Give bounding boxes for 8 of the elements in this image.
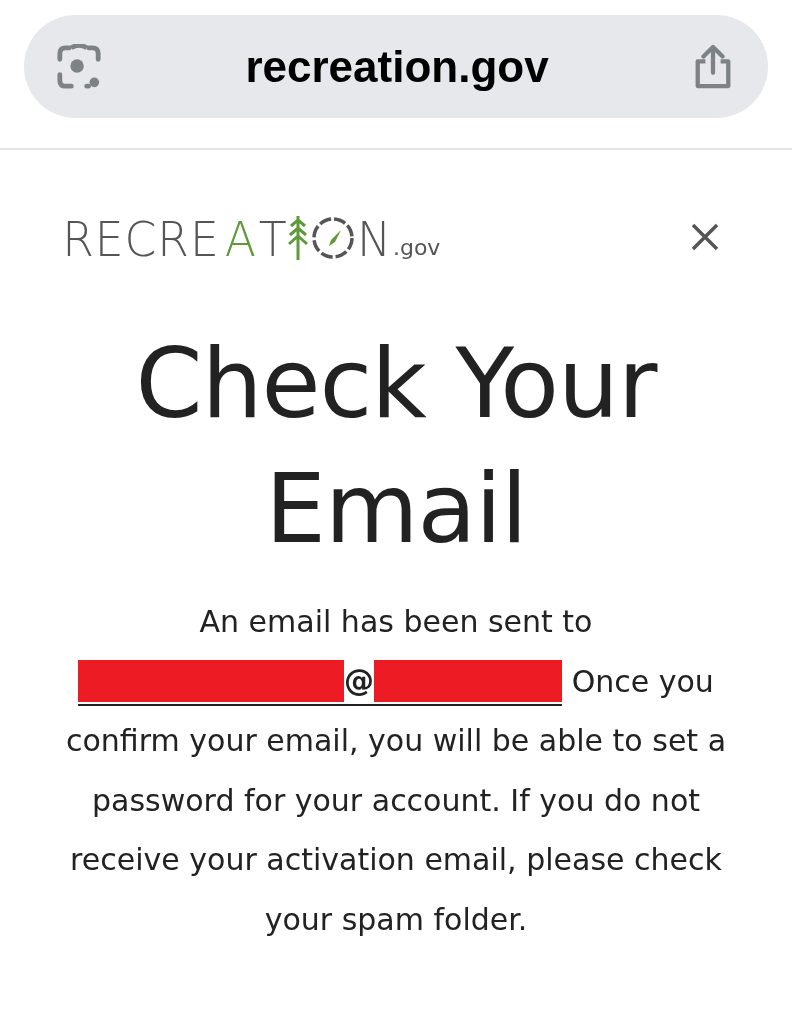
email-link[interactable]: @ — [78, 657, 563, 706]
close-button[interactable] — [690, 222, 720, 252]
message-text: An email has been sent to @ Once you confirm your email, you will be able to set a password for your account. If you do not receive your activation email, please check your spam folder. — [64, 603, 728, 939]
camera-scan-icon[interactable] — [56, 43, 102, 90]
dialog-title: Check Your Email — [134, 327, 659, 567]
site-logo: RECRE AT N.gov — [61, 212, 441, 262]
address-bar[interactable]: recreation.gov — [24, 15, 768, 118]
url-text: recreation.gov — [245, 41, 549, 92]
